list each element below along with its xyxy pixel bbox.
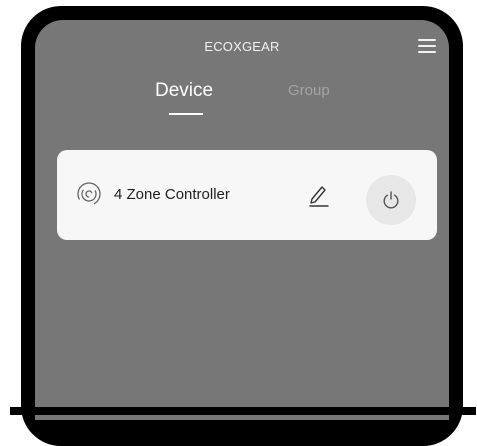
power-icon: [383, 191, 399, 209]
tab-group[interactable]: Group: [288, 82, 330, 99]
menu-icon-line: [418, 51, 436, 53]
power-button[interactable]: [366, 175, 416, 225]
active-tab-indicator: [169, 113, 203, 115]
tab-device[interactable]: Device: [155, 80, 213, 102]
app-screen: ECOXGEAR Device Group 4 Zone Controller: [35, 20, 449, 420]
menu-icon-line: [418, 39, 436, 41]
menu-icon-line: [418, 45, 436, 47]
pencil-edit-icon[interactable]: [307, 182, 331, 208]
hamburger-menu-icon[interactable]: [418, 38, 436, 54]
device-card[interactable]: 4 Zone Controller: [57, 150, 437, 240]
app-title: ECOXGEAR: [204, 39, 280, 54]
device-name: 4 Zone Controller: [114, 186, 230, 203]
bottom-baseline-bar: [10, 407, 476, 415]
spiral-swirl-icon: [75, 180, 103, 208]
